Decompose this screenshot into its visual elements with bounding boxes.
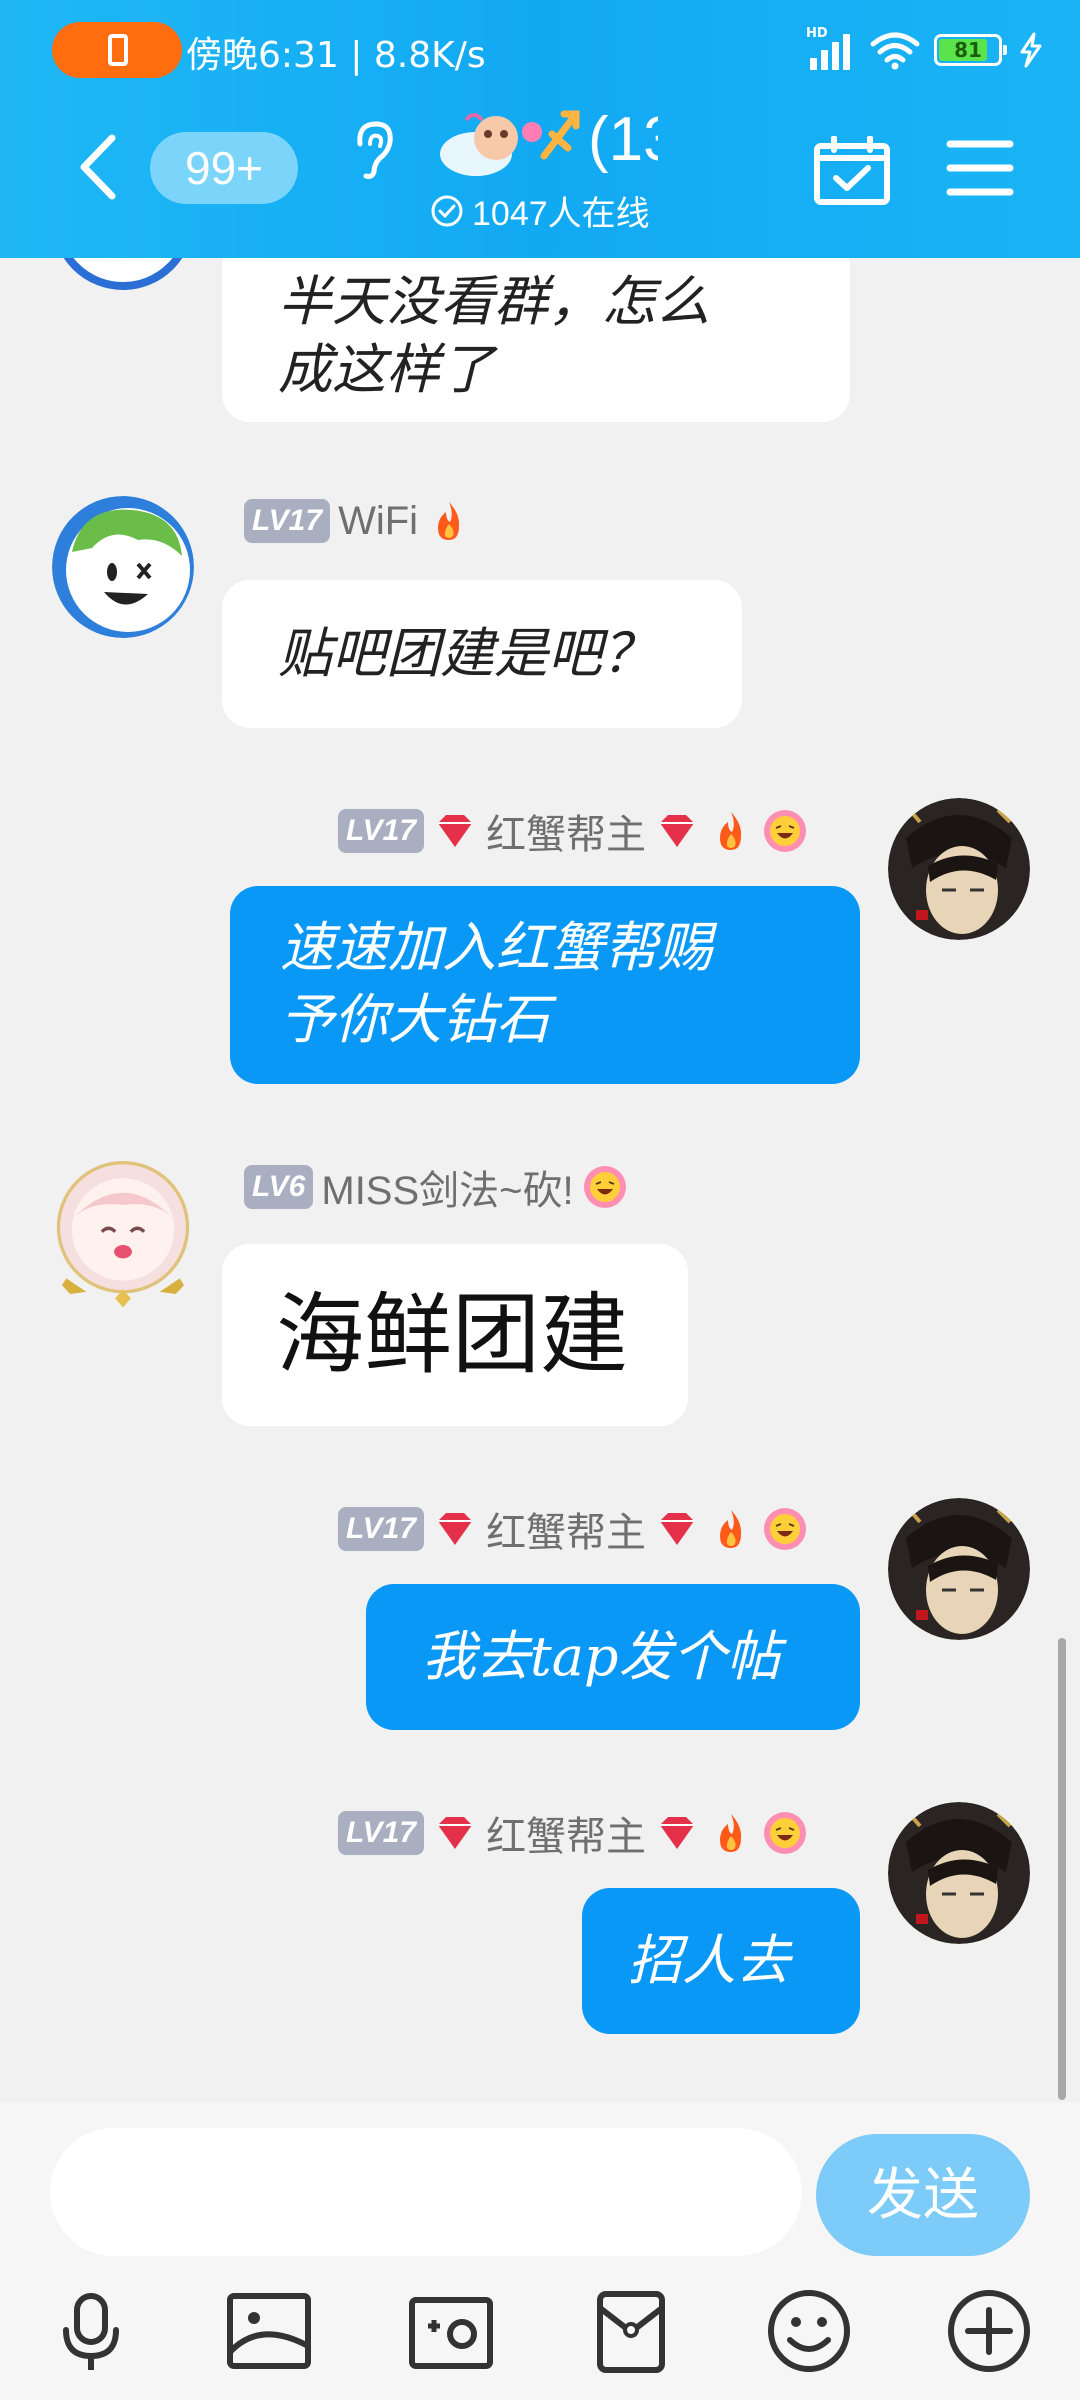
hd-label: HD [806,26,828,41]
group-avatar[interactable] [436,104,586,186]
unread-badge[interactable]: 99+ [150,132,298,204]
emoji-icon[interactable] [764,2286,854,2376]
avatar[interactable] [888,798,1030,940]
status-bar: 傍晚6:31 | 8.8K/s HD 81 [0,0,1080,100]
status-time-speed: 傍晚6:31 | 8.8K/s [186,35,486,76]
laughing-face-icon [764,1508,807,1550]
avatar[interactable] [44,1156,202,1314]
level-badge: LV6 [244,1165,314,1209]
sender-name-row: LV17 红蟹帮主 [338,1504,808,1555]
sender-name[interactable]: MISS剑法~砍! [321,1158,573,1216]
message-bubble[interactable]: 招人去 [582,1888,860,2034]
sender-name[interactable]: 红蟹帮主 [486,802,646,860]
sender-name-row: LV17 红蟹帮主 [338,1808,808,1859]
top-bar: 傍晚6:31 | 8.8K/s HD 81 99+ (1 1047人在线 [0,0,1080,258]
red-diamond-icon [438,815,473,847]
chat-area[interactable]: 半天没看群，怎么 成这样了 LV17 WiFi 贴吧团建是吧？ LV17 红蟹帮… [0,258,1080,2102]
red-diamond-icon [438,1817,473,1849]
fire-icon [720,812,742,850]
sender-name[interactable]: WiFi [338,499,418,544]
sender-name-row: LV6 MISS剑法~砍! [244,1162,628,1213]
message-line: 半天没看群，怎么 [278,270,710,333]
wifi-icon [870,32,920,70]
message-line: 贴吧团建是吧？ [278,622,656,685]
message-bubble[interactable]: 速速加入红蟹帮赐 予你大钻石 [230,886,860,1084]
input-bar: 发送 [0,2102,1080,2400]
image-icon[interactable] [224,2286,314,2376]
back-icon[interactable] [72,132,124,202]
message-line: 海鲜团建 [276,1283,629,1386]
message-line: 招人去 [628,1929,790,1992]
charging-icon [1020,32,1042,68]
ongoing-call-pill[interactable] [52,22,182,78]
message-bubble[interactable]: 贴吧团建是吧？ [222,580,742,728]
scrollbar[interactable] [1058,1638,1066,2100]
red-diamond-icon [660,815,695,847]
fire-icon [720,1814,742,1852]
battery-icon: 81 [934,34,1007,66]
message-line: 我去tap发个帖 [422,1625,781,1688]
level-badge: LV17 [338,1811,425,1855]
battery-level: 81 [954,38,982,62]
plus-icon[interactable] [944,2286,1034,2376]
fire-icon [438,502,460,540]
avatar[interactable] [52,496,194,638]
menu-icon[interactable] [946,138,1014,198]
red-packet-icon[interactable] [586,2286,676,2376]
send-button[interactable]: 发送 [816,2134,1030,2256]
sender-name[interactable]: 红蟹帮主 [486,1804,646,1862]
online-count: 1047人在线 [472,195,650,233]
ear-icon[interactable] [350,118,396,180]
sender-name[interactable]: 红蟹帮主 [486,1500,646,1558]
message-bubble[interactable]: 半天没看群，怎么 成这样了 [222,258,850,422]
message-line: 速速加入红蟹帮赐 [280,916,712,979]
avatar[interactable] [888,1802,1030,1944]
level-badge: LV17 [244,499,331,543]
laughing-face-icon [764,1812,807,1854]
message-line: 予你大钻石 [280,988,550,1051]
phone-icon [108,34,128,66]
red-diamond-icon [660,1513,695,1545]
camera-icon[interactable] [406,2286,496,2376]
red-diamond-icon [660,1817,695,1849]
avatar[interactable] [52,258,194,290]
level-badge: LV17 [338,1507,425,1551]
microphone-icon[interactable] [46,2286,136,2376]
online-status: 1047人在线 [430,186,650,235]
laughing-face-icon [764,810,807,852]
red-diamond-icon [438,1513,473,1545]
signal-icon: HD [806,26,856,70]
sender-name-row: LV17 WiFi [244,496,472,546]
level-badge: LV17 [338,809,425,853]
message-bubble[interactable]: 我去tap发个帖 [366,1584,860,1730]
message-input[interactable] [50,2128,802,2256]
fire-icon [720,1510,742,1548]
sender-name-row: LV17 红蟹帮主 [338,806,808,857]
avatar[interactable] [888,1498,1030,1640]
message-bubble[interactable]: 海鲜团建 [222,1244,688,1426]
status-icons: HD 81 [806,26,1044,72]
check-circle-icon [431,195,463,226]
calendar-check-icon[interactable] [812,136,892,206]
laughing-face-icon [583,1166,626,1208]
group-title[interactable]: (13 [588,104,658,175]
message-line: 成这样了 [278,338,494,401]
